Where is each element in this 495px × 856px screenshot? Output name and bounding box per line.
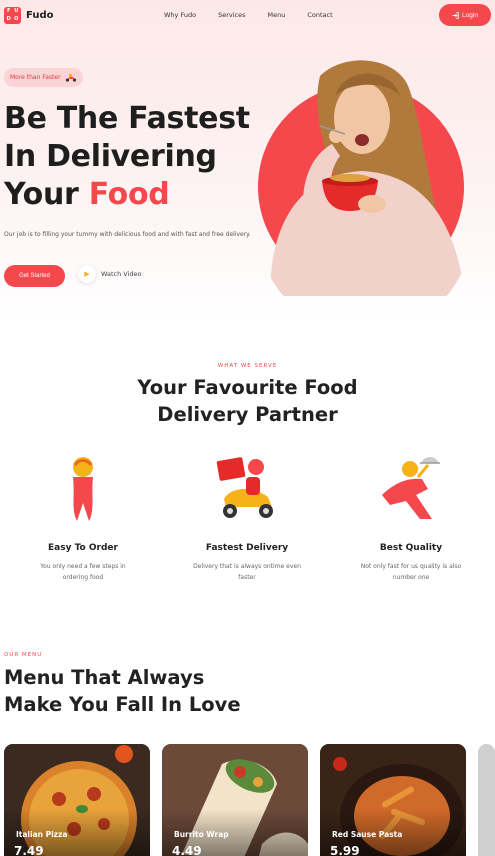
play-icon: ▶ <box>78 265 96 283</box>
logo-letter: F <box>7 8 11 15</box>
feature-easy-to-order: Easy To Order You only need a few steps … <box>8 455 158 583</box>
logo-letter: O <box>14 15 19 22</box>
logo[interactable]: F U D O Fudo <box>4 7 53 24</box>
watch-video-label: Watch Video <box>101 270 142 278</box>
logo-mark: F U D O <box>4 7 21 24</box>
nav-services[interactable]: Services <box>218 11 245 19</box>
feature-fastest-delivery: Fastest Delivery Delivery that is always… <box>172 455 322 583</box>
hero-pill-text: More than Faster <box>10 74 61 81</box>
hero-title-line2: In Delivering <box>4 139 217 174</box>
waiter-illustration-icon <box>382 457 440 519</box>
menu-item-name: Italian Pizza <box>16 830 68 839</box>
login-button[interactable]: Login <box>439 4 491 26</box>
hero-title-line3: Your <box>4 177 89 212</box>
menu-item-price: 4.49 <box>172 844 202 856</box>
hero-title-accent: Food <box>88 177 170 212</box>
feature-desc: Delivery that is always ontime even fast… <box>193 563 301 581</box>
menu-item-name: Burrito Wrap <box>174 830 229 839</box>
feature-title: Easy To Order <box>48 543 118 553</box>
menu-title-line2: Make You Fall In Love <box>4 693 241 716</box>
get-started-button[interactable]: Get Started <box>4 265 65 287</box>
logo-text: Fudo <box>26 10 54 21</box>
login-icon <box>452 11 459 19</box>
hero-title-line1: Be The Fastest <box>4 101 250 136</box>
menu-card-red-sause-pasta[interactable]: Red Sause Pasta 5.99 <box>320 744 466 856</box>
nav-contact[interactable]: Contact <box>307 11 332 19</box>
menu-card-burrito-wrap[interactable]: Burrito Wrap 4.49 <box>162 744 308 856</box>
delivery-scooter-illustration-icon <box>216 457 273 518</box>
serve-title-line1: Your Favourite Food <box>137 376 358 399</box>
easy-order-illustration-icon <box>73 457 93 521</box>
menu-card-next-peek[interactable] <box>478 744 495 856</box>
hero-description: Our job is to filling your tummy with de… <box>4 231 251 238</box>
menu-title: Menu That Always Make You Fall In Love <box>4 664 241 718</box>
menu-card-italian-pizza[interactable]: Italian Pizza 7.49 <box>4 744 150 856</box>
scooter-icon <box>65 74 76 82</box>
feature-best-quality: Best Quality Not only fast for us qualit… <box>336 455 486 583</box>
feature-title: Best Quality <box>379 543 443 553</box>
menu-item-name: Red Sause Pasta <box>332 830 403 839</box>
logo-letter: U <box>14 8 19 15</box>
serve-eyebrow: WHAT WE SERVE <box>217 363 278 369</box>
nav-why-fudo[interactable]: Why Fudo <box>164 11 196 19</box>
logo-letter: D <box>6 15 11 22</box>
nav-menu[interactable]: Menu <box>268 11 286 19</box>
feature-desc: You only need a few steps in ordering fo… <box>40 563 126 581</box>
serve-title-line2: Delivery Partner <box>157 403 338 426</box>
feature-title: Fastest Delivery <box>205 543 289 553</box>
login-label: Login <box>462 11 478 19</box>
serve-title: Your Favourite Food Delivery Partner <box>0 374 495 428</box>
menu-item-price: 5.99 <box>330 844 360 856</box>
feature-desc: Not only fast for us quality is also num… <box>360 563 462 581</box>
main-nav: Why Fudo Services Menu Contact <box>164 11 333 19</box>
menu-item-price: 7.49 <box>14 844 44 856</box>
watch-video-button[interactable]: ▶ Watch Video <box>78 265 142 283</box>
hero-title: Be The Fastest In Delivering Your Food <box>4 100 250 214</box>
menu-title-line1: Menu That Always <box>4 666 205 689</box>
hero-pill: More than Faster <box>4 68 83 87</box>
menu-eyebrow: OUR MENU <box>4 652 43 658</box>
hero-woman-image <box>270 60 465 296</box>
